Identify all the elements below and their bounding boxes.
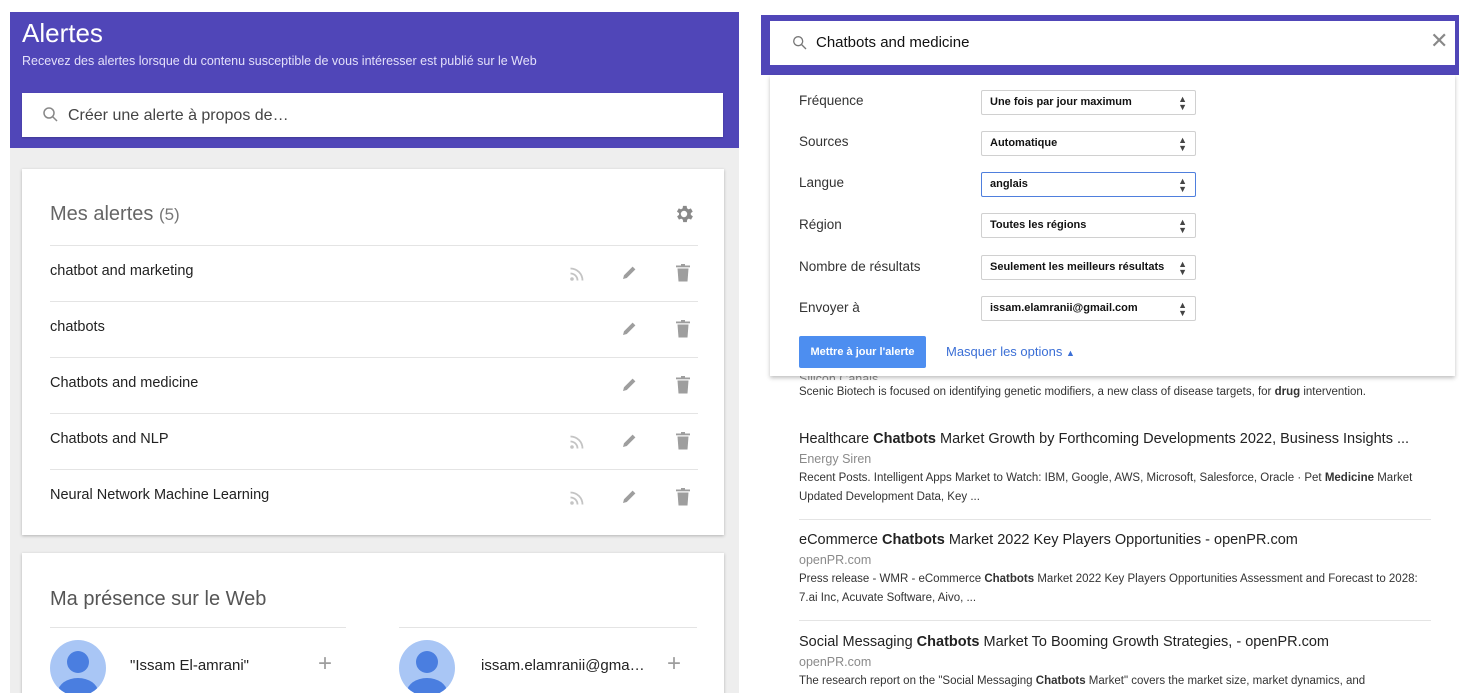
divider xyxy=(799,519,1431,520)
option-label: Nombre de résultats xyxy=(799,259,921,274)
chevron-up-icon: ▲ xyxy=(1065,348,1075,358)
alerts-count: (5) xyxy=(158,205,180,224)
presence-item: issam.elamranii@gma… + xyxy=(399,627,697,693)
option-label: Envoyer à xyxy=(799,300,860,315)
alert-label[interactable]: chatbots xyxy=(50,319,105,335)
result-source: Energy Siren xyxy=(799,452,872,466)
presence-name: "Issam El-amrani" xyxy=(130,657,250,674)
chevron-updown-icon: ▲ ▼ xyxy=(1178,94,1187,112)
result-desc: Scenic Biotech is focused on identifying… xyxy=(799,386,1367,398)
edit-pencil-icon[interactable] xyxy=(620,432,638,450)
trash-icon[interactable] xyxy=(676,264,690,282)
web-presence-title: Ma présence sur le Web xyxy=(50,588,267,610)
sources-select[interactable]: Automatique ▲ ▼ xyxy=(981,131,1196,156)
select-value: Toutes les régions xyxy=(990,219,1087,231)
plus-icon[interactable]: + xyxy=(667,650,681,678)
my-alerts-label: Mes alertes xyxy=(50,203,154,225)
search-icon xyxy=(43,107,58,122)
rss-icon[interactable] xyxy=(568,489,586,507)
search-bar: Chatbots and medicine ✕ xyxy=(761,15,1459,75)
edit-pencil-icon[interactable] xyxy=(620,320,638,338)
result-item: Silicon Canals Scenic Biotech is focused… xyxy=(799,372,1427,402)
select-value: Une fois par jour maximum xyxy=(990,96,1132,108)
result-source: openPR.com xyxy=(799,655,872,669)
plus-icon[interactable]: + xyxy=(318,650,332,678)
hide-options-link[interactable]: Masquer les options ▲ xyxy=(946,344,1075,359)
chevron-updown-icon: ▲ ▼ xyxy=(1178,135,1187,153)
alert-label[interactable]: chatbot and marketing xyxy=(50,263,193,279)
result-desc: Recent Posts. Intelligent Apps Market to… xyxy=(799,472,1413,503)
page-title: Alertes xyxy=(22,18,103,48)
alert-row[interactable]: Neural Network Machine Learning xyxy=(50,469,698,526)
trash-icon[interactable] xyxy=(676,376,690,394)
alert-label[interactable]: Neural Network Machine Learning xyxy=(50,487,269,503)
rss-icon[interactable] xyxy=(568,433,586,451)
presence-name: issam.elamranii@gma… xyxy=(481,657,645,674)
option-label: Langue xyxy=(799,175,845,190)
rss-icon[interactable] xyxy=(568,265,586,283)
create-alert-input[interactable] xyxy=(66,103,670,129)
result-desc: Press release - WMR - eCommerce Chatbots… xyxy=(799,573,1418,604)
divider xyxy=(799,620,1431,621)
alert-label[interactable]: Chatbots and NLP xyxy=(50,431,169,447)
result-title[interactable]: Healthcare Chatbots Market Growth by For… xyxy=(799,429,1427,449)
select-value: issam.elamranii@gmail.com xyxy=(990,302,1138,314)
frequency-select[interactable]: Une fois par jour maximum ▲ ▼ xyxy=(981,90,1196,115)
trash-icon[interactable] xyxy=(676,320,690,338)
alert-label[interactable]: Chatbots and medicine xyxy=(50,375,198,391)
result-title[interactable]: eCommerce Chatbots Market 2022 Key Playe… xyxy=(799,530,1427,550)
edit-pencil-icon[interactable] xyxy=(620,488,638,506)
gear-icon[interactable] xyxy=(673,203,695,225)
result-item[interactable]: eCommerce Chatbots Market 2022 Key Playe… xyxy=(799,530,1427,608)
update-alert-button[interactable]: Mettre à jour l'alerte xyxy=(799,336,926,368)
language-select[interactable]: anglais ▲ ▼ xyxy=(981,172,1196,197)
result-title[interactable]: Social Messaging Chatbots Market To Boom… xyxy=(799,632,1427,652)
option-label: Région xyxy=(799,217,842,232)
alerts-header: Alertes Recevez des alertes lorsque du c… xyxy=(10,12,739,148)
search-query[interactable]: Chatbots and medicine xyxy=(816,34,969,51)
trash-icon[interactable] xyxy=(676,432,690,450)
chevron-updown-icon: ▲ ▼ xyxy=(1178,259,1187,277)
send-to-select[interactable]: issam.elamranii@gmail.com ▲ ▼ xyxy=(981,296,1196,321)
alert-editor-panel: Silicon Canals Scenic Biotech is focused… xyxy=(761,15,1459,693)
alert-row[interactable]: Chatbots and NLP xyxy=(50,413,698,470)
web-presence-card: Ma présence sur le Web "Issam El-amrani"… xyxy=(22,553,724,693)
region-select[interactable]: Toutes les régions ▲ ▼ xyxy=(981,213,1196,238)
select-value: Automatique xyxy=(990,137,1058,149)
my-alerts-card: Mes alertes (5) chatbot and marketing cha… xyxy=(22,169,724,535)
result-source: openPR.com xyxy=(799,553,872,567)
presence-item: "Issam El-amrani" + xyxy=(50,627,346,693)
alert-row[interactable]: chatbot and marketing xyxy=(50,245,698,302)
result-item[interactable]: Social Messaging Chatbots Market To Boom… xyxy=(799,632,1427,691)
search-icon xyxy=(793,36,807,50)
result-desc: The research report on the "Social Messa… xyxy=(799,675,1366,687)
chevron-updown-icon: ▲ ▼ xyxy=(1178,300,1187,318)
edit-pencil-icon[interactable] xyxy=(620,264,638,282)
avatar xyxy=(50,640,106,693)
alert-options: Fréquence Une fois par jour maximum ▲ ▼ So… xyxy=(770,75,1455,376)
alert-row[interactable]: chatbots xyxy=(50,301,698,358)
select-value: Seulement les meilleurs résultats xyxy=(990,261,1165,273)
my-alerts-title: Mes alertes (5) xyxy=(50,203,180,226)
page-subtitle: Recevez des alertes lorsque du contenu s… xyxy=(22,54,537,68)
edit-pencil-icon[interactable] xyxy=(620,376,638,394)
select-value: anglais xyxy=(990,178,1028,190)
avatar xyxy=(399,640,455,693)
trash-icon[interactable] xyxy=(676,488,690,506)
alert-row[interactable]: Chatbots and medicine xyxy=(50,357,698,414)
chevron-updown-icon: ▲ ▼ xyxy=(1178,176,1187,194)
chevron-updown-icon: ▲ ▼ xyxy=(1178,217,1187,235)
results-count-select[interactable]: Seulement les meilleurs résultats ▲ ▼ xyxy=(981,255,1196,280)
close-icon[interactable]: ✕ xyxy=(1430,28,1448,54)
search-box[interactable]: Chatbots and medicine ✕ xyxy=(770,21,1455,65)
alerts-panel: Alertes Recevez des alertes lorsque du c… xyxy=(10,12,739,693)
result-item[interactable]: Healthcare Chatbots Market Growth by For… xyxy=(799,429,1427,507)
option-label: Sources xyxy=(799,134,849,149)
hide-options-label: Masquer les options xyxy=(946,344,1063,359)
option-label: Fréquence xyxy=(799,93,864,108)
create-alert-box[interactable] xyxy=(22,93,723,137)
